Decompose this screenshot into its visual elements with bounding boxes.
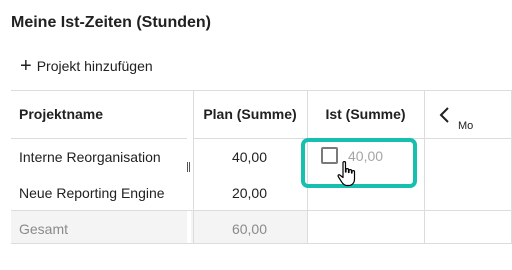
add-project-button[interactable]: + Projekt hinzufügen: [20, 56, 153, 76]
plus-icon: +: [20, 55, 32, 77]
add-project-label: Projekt hinzufügen: [36, 58, 153, 74]
row-project-name: Neue Reporting Engine: [19, 185, 165, 201]
hand-pointer-icon: [337, 161, 356, 187]
grid-line: [424, 90, 425, 244]
row-plan-value: 40,00: [231, 149, 267, 165]
grid-line: [11, 138, 187, 139]
column-resize-handle[interactable]: [187, 162, 191, 172]
grid-line: [11, 243, 512, 244]
grid-line: [11, 210, 512, 211]
row-plan-value: 20,00: [231, 185, 267, 201]
header-plan-sum[interactable]: Plan (Summe): [193, 106, 307, 122]
header-project-name[interactable]: Projektname: [19, 106, 103, 122]
grid-line: [11, 90, 512, 91]
time-table: Projektname Plan (Summe) Ist (Summe) Int…: [11, 90, 512, 244]
chevron-left-icon: [439, 107, 449, 123]
total-plan-value: 60,00: [231, 221, 267, 237]
page-title: Meine Ist-Zeiten (Stunden): [11, 14, 211, 31]
row-project-name: Interne Reorganisation: [19, 149, 161, 165]
month-column-label: Mo: [458, 120, 474, 132]
header-ist-sum[interactable]: Ist (Summe): [307, 106, 424, 122]
total-label: Gesamt: [19, 221, 69, 237]
